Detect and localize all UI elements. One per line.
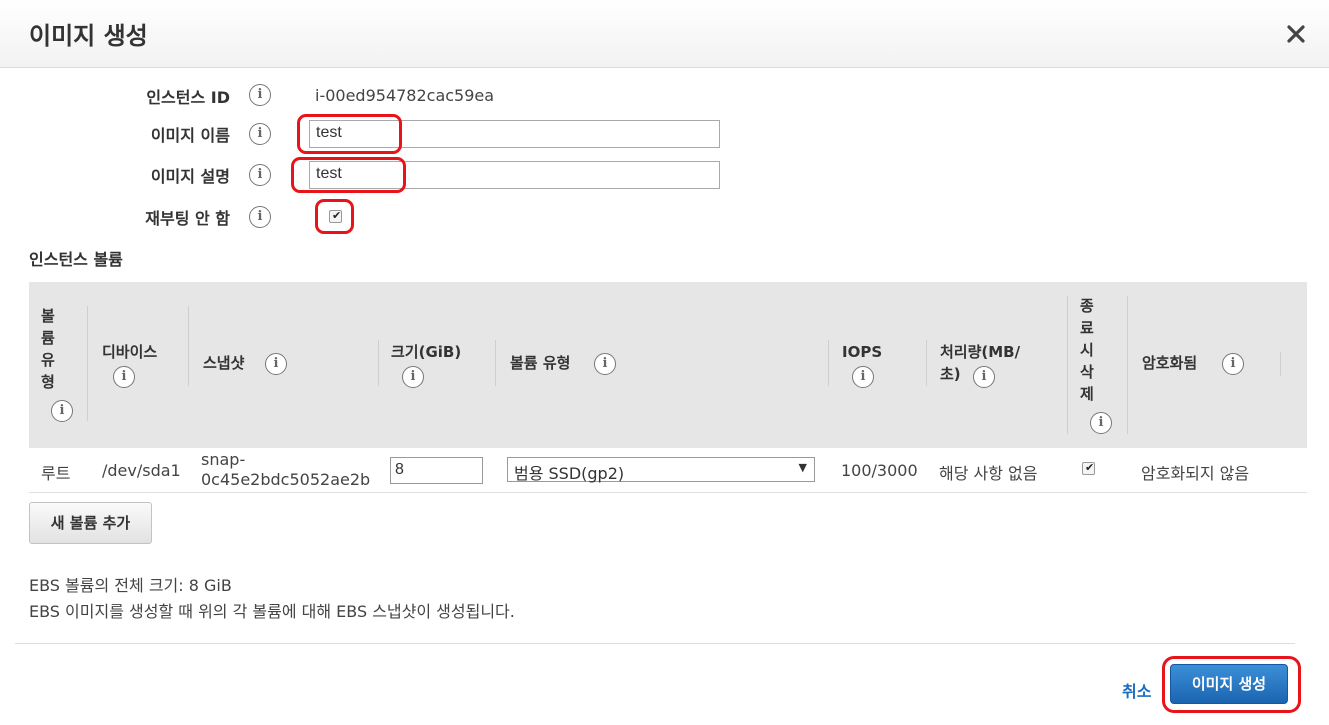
add-volume-button[interactable]: 새 볼륨 추가	[29, 502, 152, 544]
no-reboot-label: 재부팅 안 함	[145, 209, 230, 228]
highlight-box	[1162, 656, 1301, 713]
column-divider	[926, 340, 927, 386]
volume-type-select[interactable]: 범용 SSD(gp2) ▼	[507, 457, 815, 483]
column-divider	[1280, 352, 1281, 376]
column-header-size: 크기(GiB)	[391, 343, 462, 361]
info-icon[interactable]: i	[402, 366, 424, 388]
volume-type-selected: 범용 SSD(gp2)	[514, 464, 625, 483]
info-icon[interactable]: i	[594, 353, 616, 375]
column-divider	[188, 306, 189, 386]
info-icon[interactable]: i	[973, 366, 995, 388]
close-button[interactable]	[1281, 20, 1311, 48]
dialog-title: 이미지 생성	[29, 22, 148, 50]
column-header-device: 디바이스	[102, 343, 158, 361]
cell-iops: 100/3000	[841, 461, 918, 480]
instance-volumes-title: 인스턴스 볼륨	[29, 250, 123, 269]
delete-on-termination-checkbox[interactable]: ✔	[1082, 461, 1095, 475]
column-divider	[378, 340, 379, 386]
info-icon[interactable]: i	[51, 400, 73, 422]
info-icon[interactable]: i	[249, 84, 271, 106]
column-divider	[1067, 296, 1068, 434]
column-divider	[495, 340, 496, 386]
cell-throughput: 해당 사항 없음	[939, 464, 1038, 483]
info-icon[interactable]: i	[852, 366, 874, 388]
column-divider	[1127, 296, 1128, 434]
highlight-box	[315, 199, 354, 234]
instance-id-label: 인스턴스 ID	[146, 88, 230, 107]
column-header-iops: IOPS	[842, 343, 883, 361]
column-header-delete-on-termination: 종 료 시 삭 제	[1080, 297, 1094, 403]
dialog-header: 이미지 생성	[0, 0, 1329, 68]
cell-device: /dev/sda1	[102, 461, 181, 480]
info-icon[interactable]: i	[1222, 353, 1244, 375]
instance-id-value: i-00ed954782cac59ea	[315, 86, 495, 105]
row-divider	[29, 492, 1307, 493]
cancel-link[interactable]: 취소	[1122, 678, 1151, 702]
cell-volume-type: 루트	[41, 464, 71, 483]
info-icon[interactable]: i	[249, 206, 271, 228]
column-header-volume-type-vertical: 볼 륨 유 형	[41, 307, 55, 391]
column-divider	[828, 340, 829, 386]
info-icon[interactable]: i	[249, 164, 271, 186]
info-icon[interactable]: i	[265, 353, 287, 375]
highlight-box	[297, 114, 402, 154]
image-description-label: 이미지 설명	[150, 167, 230, 186]
volume-size-input[interactable]: 8	[390, 457, 483, 484]
cell-encrypted: 암호화되지 않음	[1141, 464, 1250, 483]
cell-snapshot[interactable]: snap- 0c45e2bdc5052ae2b	[201, 450, 370, 490]
info-icon[interactable]: i	[249, 123, 271, 145]
close-icon	[1287, 25, 1305, 43]
footer-divider	[15, 643, 1295, 644]
info-icon[interactable]: i	[1090, 412, 1112, 434]
image-name-label: 이미지 이름	[150, 126, 230, 145]
info-icon[interactable]: i	[113, 366, 135, 388]
column-header-volume-type: 볼륨 유형	[510, 354, 571, 372]
checkmark-icon: ✔	[1085, 461, 1095, 474]
dropdown-arrow-icon: ▼	[798, 461, 807, 474]
column-header-snapshot: 스냅샷	[203, 354, 245, 372]
snapshot-note: EBS 이미지를 생성할 때 위의 각 볼륨에 대해 EBS 스냅샷이 생성됩니…	[29, 602, 515, 621]
total-size-note: EBS 볼륨의 전체 크기: 8 GiB	[29, 576, 232, 595]
highlight-box	[291, 157, 406, 193]
column-divider	[87, 306, 88, 421]
column-header-encrypted: 암호화됨	[1142, 354, 1198, 372]
